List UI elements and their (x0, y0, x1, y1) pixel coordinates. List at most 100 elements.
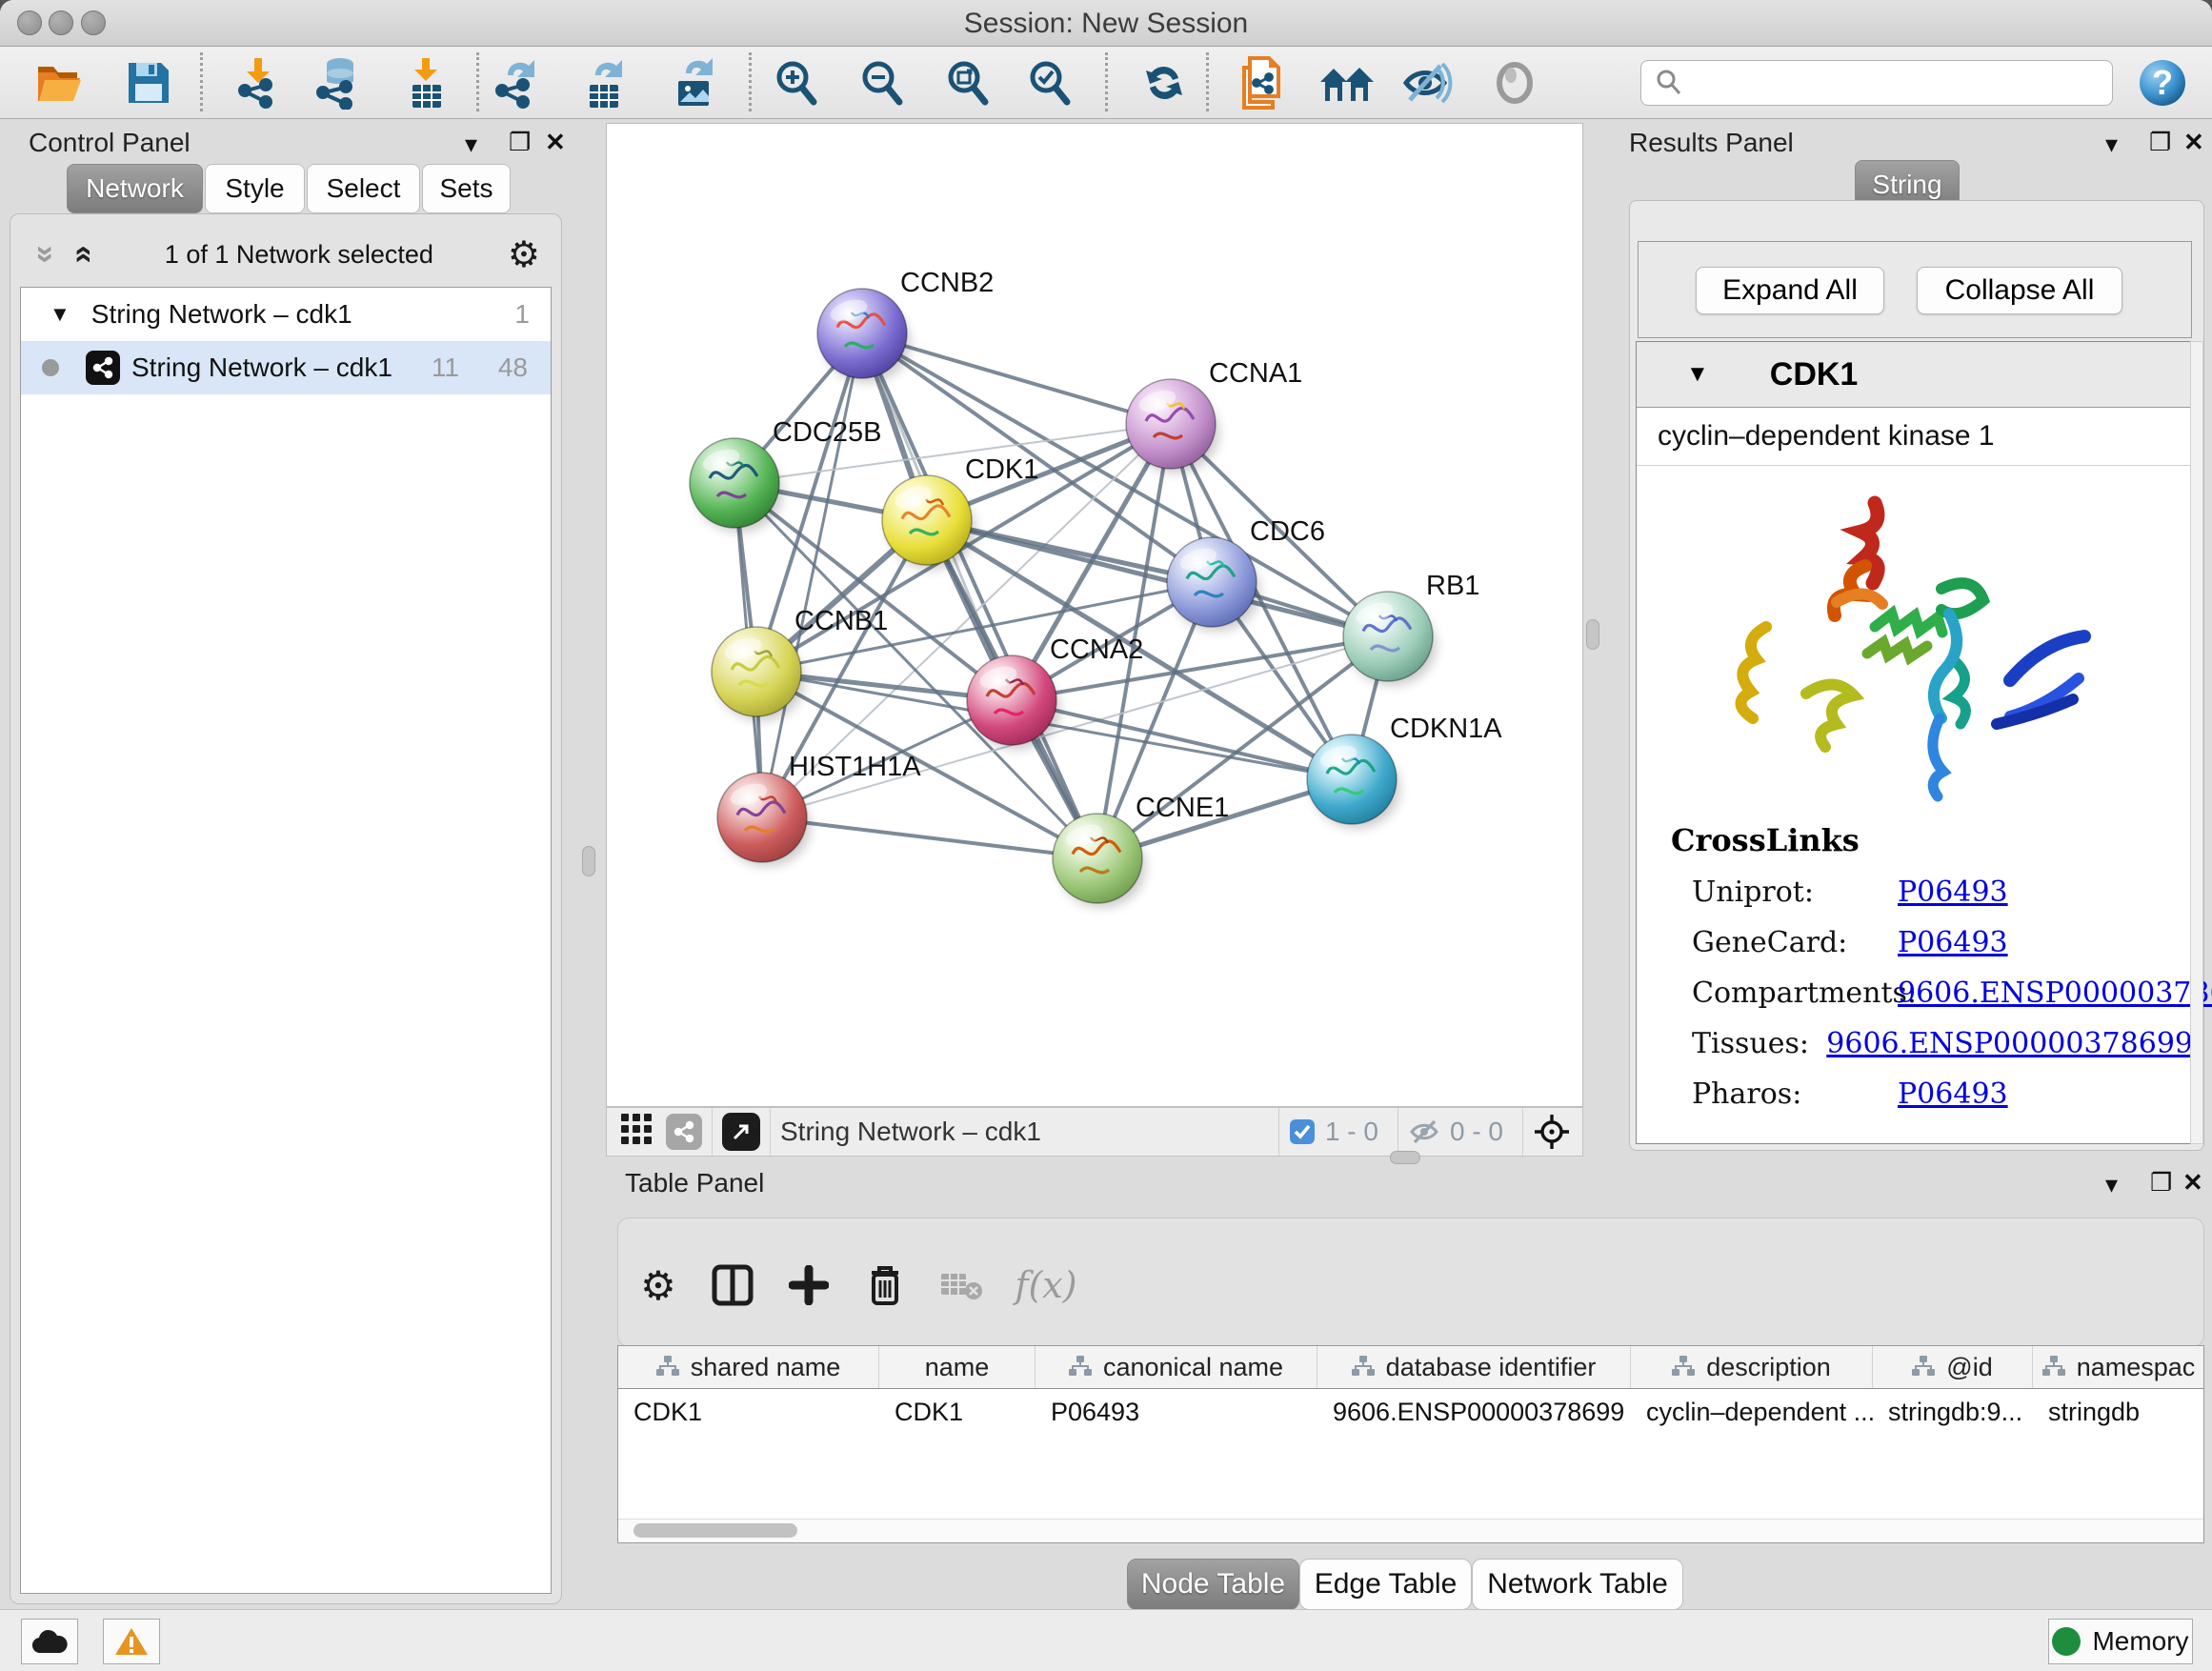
table-cell[interactable]: stringdb:9... (1873, 1398, 2033, 1427)
import-table-file-button[interactable] (398, 55, 455, 111)
network-row[interactable]: String Network – cdk1 11 48 (21, 341, 551, 394)
string-documents-icon[interactable] (1235, 55, 1292, 111)
expand-all-button[interactable]: Expand All (1696, 267, 1884, 314)
node-CCNE1[interactable]: CCNE1 (1053, 793, 1229, 907)
tab-select[interactable]: Select (307, 164, 420, 213)
open-session-button[interactable] (34, 55, 91, 111)
float-panel-icon[interactable]: ❐ (2150, 1170, 2172, 1195)
open-view-icon[interactable] (722, 1113, 760, 1151)
tree-expander-icon[interactable]: ▼ (50, 302, 70, 327)
tab-sets[interactable]: Sets (422, 164, 511, 213)
collapse-all-button[interactable]: Collapse All (1917, 267, 2122, 314)
close-panel-icon[interactable]: ✕ (2182, 1170, 2203, 1195)
scrollbar-thumb[interactable] (633, 1523, 797, 1538)
table-cell[interactable]: CDK1 (618, 1398, 879, 1427)
refresh-icon[interactable] (1136, 55, 1193, 111)
table-settings-gear-icon[interactable]: ⚙ (632, 1260, 685, 1310)
column-header-canonical-name[interactable]: canonical name (1036, 1346, 1317, 1388)
crosslink-link[interactable]: P06493 (1898, 1077, 2008, 1111)
import-network-file-button[interactable] (231, 55, 288, 111)
export-network-button[interactable] (488, 55, 545, 111)
splitter-handle[interactable] (582, 846, 595, 876)
network-canvas[interactable]: CCNB2CCNA1CDC25BCDK1CDC6RB1CCNB1CCNA2CDK… (606, 123, 1583, 1107)
node-RB1[interactable]: RB1 (1343, 571, 1479, 685)
tab-node-table[interactable]: Node Table (1127, 1559, 1299, 1610)
node-HIST1H1A[interactable]: HIST1H1A (717, 752, 921, 866)
collapse-panel-icon[interactable]: ▾ (465, 131, 477, 156)
zoom-fit-icon[interactable] (939, 55, 996, 111)
collapse-all-networks-icon[interactable]: » (65, 246, 97, 264)
node-CDC25B[interactable]: CDC25B (690, 417, 881, 532)
table-cell[interactable]: stringdb (2033, 1398, 2204, 1427)
table-cell[interactable]: cyclin–dependent ... (1631, 1398, 1873, 1427)
column-header--id[interactable]: @id (1873, 1346, 2033, 1388)
collapse-panel-icon[interactable]: ▾ (2105, 1172, 2118, 1197)
network-options-gear-icon[interactable]: ⚙ (508, 233, 540, 276)
cloud-status-button[interactable] (21, 1619, 78, 1664)
close-panel-icon[interactable]: ✕ (2183, 130, 2204, 154)
node-CDKN1A[interactable]: CDKN1A (1307, 714, 1502, 828)
warning-status-button[interactable] (103, 1619, 160, 1664)
float-panel-icon[interactable]: ❐ (2149, 130, 2171, 154)
crosslink-link[interactable]: P06493 (1898, 876, 2008, 909)
selected-checkbox-icon[interactable] (1289, 1118, 1316, 1145)
crosslink-link[interactable]: 9606.ENSP00000378699 (1898, 976, 2212, 1010)
tab-network-table[interactable]: Network Table (1472, 1559, 1683, 1610)
tab-network[interactable]: Network (67, 164, 203, 213)
expand-all-networks-icon[interactable]: » (30, 246, 62, 264)
delete-column-trash-icon[interactable] (858, 1260, 912, 1310)
float-panel-icon[interactable]: ❐ (509, 130, 531, 154)
delete-table-icon-disabled[interactable] (935, 1260, 988, 1310)
edge-HIST1H1A-CCNE1[interactable] (762, 817, 1097, 858)
function-builder-icon[interactable]: f(x) (1003, 1260, 1089, 1310)
collapse-panel-icon[interactable]: ▾ (2105, 131, 2118, 156)
node-label-HIST1H1A: HIST1H1A (789, 752, 921, 782)
results-scrollbar[interactable] (2190, 341, 2203, 1144)
crosslink-link[interactable]: 9606.ENSP00000378699 (1826, 1027, 2193, 1060)
column-header-name[interactable]: name (879, 1346, 1036, 1388)
table-cell[interactable]: 9606.ENSP00000378699 (1317, 1398, 1631, 1427)
zoom-out-icon[interactable] (854, 55, 911, 111)
splitter-handle[interactable] (1390, 1151, 1420, 1164)
show-columns-icon[interactable] (706, 1260, 759, 1310)
hidden-eye-icon[interactable] (1408, 1117, 1440, 1146)
protein-structure-image[interactable] (1637, 466, 2193, 816)
zoom-in-icon[interactable] (768, 55, 825, 111)
memory-button[interactable]: Memory (2048, 1619, 2193, 1664)
export-image-button[interactable] (667, 55, 724, 111)
node-CCNB1[interactable]: CCNB1 (712, 606, 888, 720)
hide-panel-eye-icon[interactable] (1398, 55, 1456, 111)
tab-edge-table[interactable]: Edge Table (1299, 1559, 1472, 1610)
node-CDK1[interactable]: CDK1 (882, 454, 1038, 569)
column-header-shared-name[interactable]: shared name (618, 1346, 879, 1388)
string-view-icon[interactable] (666, 1114, 702, 1150)
fit-content-crosshair-icon[interactable] (1533, 1113, 1571, 1151)
column-header-database-identifier[interactable]: database identifier (1317, 1346, 1631, 1388)
table-horizontal-scrollbar[interactable] (618, 1519, 2203, 1542)
home-icon[interactable] (1318, 55, 1376, 111)
node-CCNA1[interactable]: CCNA1 (1126, 358, 1302, 473)
column-header-namespac[interactable]: namespac (2033, 1346, 2204, 1388)
edge-CCNB2-HIST1H1A[interactable] (762, 333, 862, 817)
close-panel-icon[interactable]: ✕ (545, 130, 566, 154)
search-input[interactable] (1693, 68, 2112, 99)
table-cell[interactable]: P06493 (1036, 1398, 1317, 1427)
gray-eye-icon[interactable] (1486, 55, 1543, 111)
splitter-handle[interactable] (1586, 619, 1599, 650)
tab-style[interactable]: Style (205, 164, 305, 213)
network-collection-row[interactable]: ▼ String Network – cdk1 1 (21, 288, 551, 341)
zoom-selected-icon[interactable] (1021, 55, 1078, 111)
column-header-description[interactable]: description (1631, 1346, 1873, 1388)
crosslink-link[interactable]: P06493 (1898, 926, 2008, 959)
save-session-button[interactable] (120, 55, 177, 111)
help-icon[interactable]: ? (2134, 55, 2191, 111)
section-expander-icon[interactable]: ▼ (1686, 361, 1709, 388)
import-network-database-button[interactable] (311, 55, 368, 111)
table-row[interactable]: CDK1CDK1P064939606.ENSP00000378699cyclin… (618, 1389, 2203, 1435)
edge-CCNA2-CDKN1A[interactable] (1012, 700, 1352, 779)
protein-section-header[interactable]: ▼ CDK1 (1637, 342, 2193, 408)
export-table-button[interactable] (577, 55, 634, 111)
add-column-icon[interactable] (782, 1260, 835, 1310)
birdseye-grid-icon[interactable] (620, 1113, 653, 1152)
table-cell[interactable]: CDK1 (879, 1398, 1036, 1427)
